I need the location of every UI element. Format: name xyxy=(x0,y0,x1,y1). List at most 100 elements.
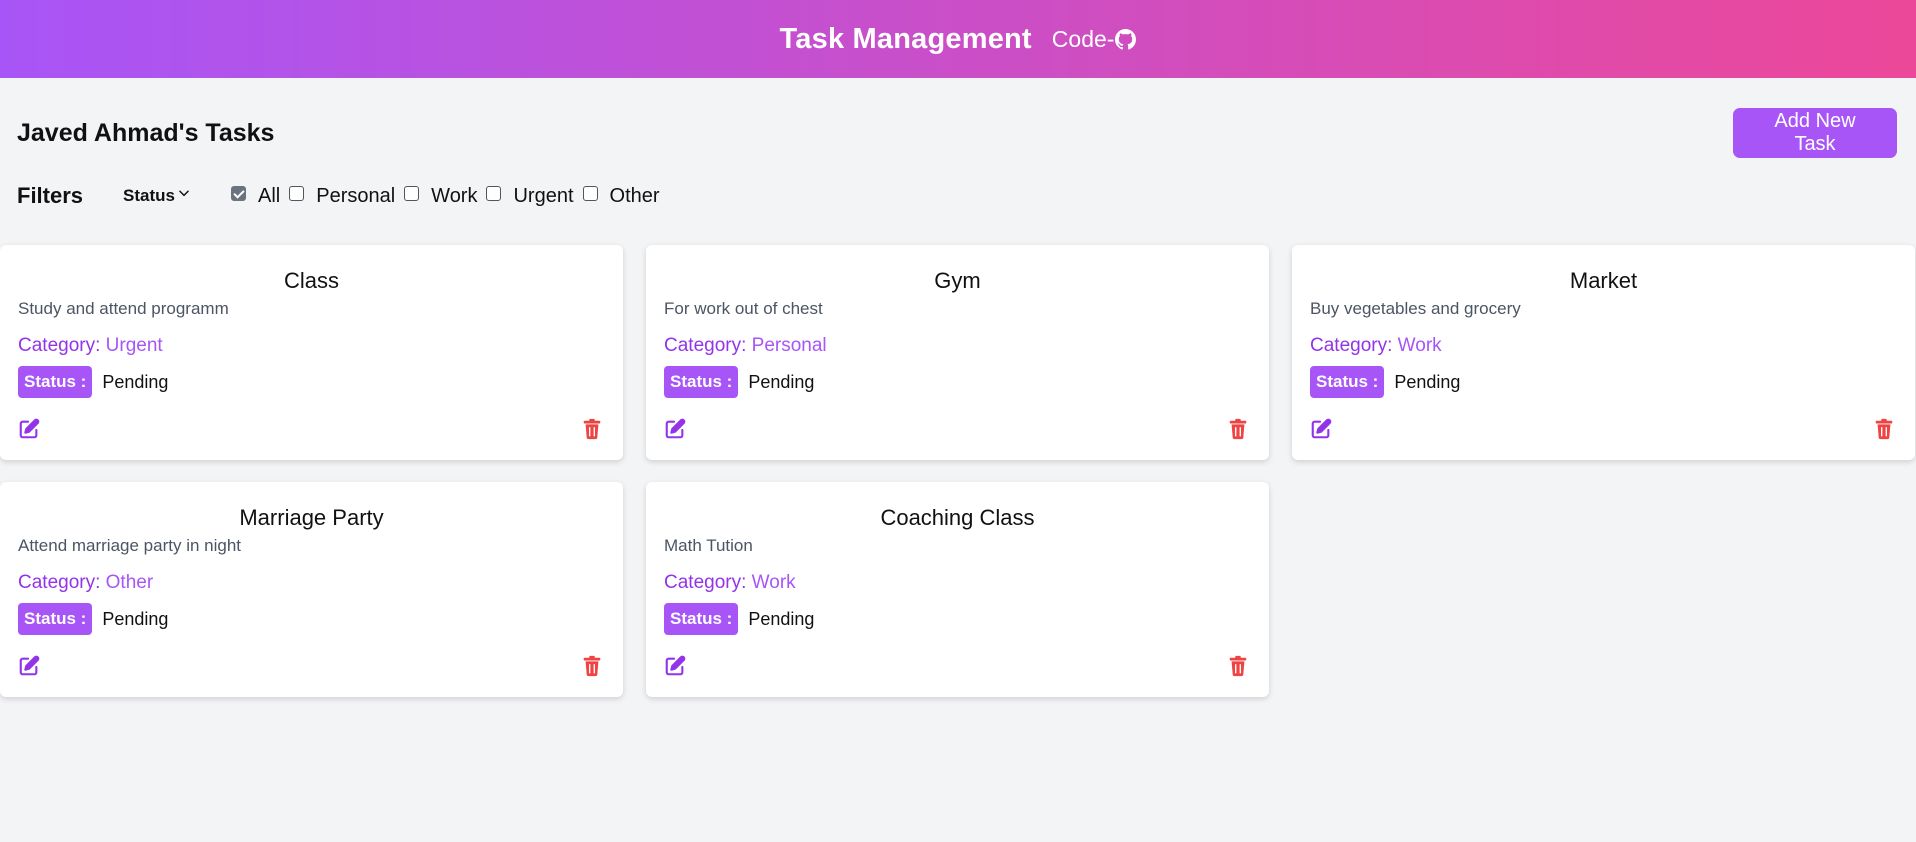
filter-work[interactable]: Work xyxy=(404,185,477,208)
edit-task-button[interactable] xyxy=(664,655,686,677)
checkbox-personal[interactable] xyxy=(289,186,305,201)
task-grid: Class Study and attend programm Category: … xyxy=(0,245,1916,697)
edit-icon xyxy=(19,418,40,439)
trash-icon xyxy=(1229,418,1247,440)
edit-icon xyxy=(1311,418,1332,439)
task-description: Attend marriage party in night xyxy=(18,536,242,555)
filters-bar: Filters Status All Personal Work Urgent Othe… xyxy=(0,181,1916,211)
chevron-down-icon xyxy=(179,190,189,197)
code-link-label: Code- xyxy=(1051,25,1115,52)
task-title: Market xyxy=(1569,268,1638,293)
category-filters: All Personal Work Urgent Other xyxy=(231,185,669,208)
task-card: Market Buy vegetables and grocery Category… xyxy=(1292,245,1915,460)
task-description: For work out of chest xyxy=(664,299,823,318)
task-description: Math Tution xyxy=(664,536,753,555)
checkbox-label: All xyxy=(258,184,281,207)
checkbox-label: Other xyxy=(609,184,660,207)
category-prefix: Category: xyxy=(1310,335,1398,356)
status-value: Pending xyxy=(102,371,169,392)
filter-other[interactable]: Other xyxy=(582,184,660,208)
edit-task-button[interactable] xyxy=(664,418,686,440)
checkbox-work[interactable] xyxy=(404,186,420,201)
category-value: Work xyxy=(1397,335,1442,356)
code-link[interactable]: Code- xyxy=(1052,26,1137,53)
task-title: Coaching Class xyxy=(880,505,1035,530)
status-value: Pending xyxy=(1394,371,1461,392)
edit-icon xyxy=(665,655,686,676)
category-prefix: Category: xyxy=(664,572,752,593)
task-title: Gym xyxy=(934,268,981,293)
page-title: Javed Ahmad's Tasks xyxy=(17,118,275,147)
checkbox-all[interactable] xyxy=(231,186,246,201)
delete-task-button[interactable] xyxy=(581,655,603,677)
trash-icon xyxy=(1875,418,1893,440)
edit-task-button[interactable] xyxy=(18,418,40,440)
category-value: Work xyxy=(751,572,796,593)
app-header: Task Management Code- xyxy=(0,0,1916,78)
task-card: Gym For work out of chest Category: Person… xyxy=(646,245,1269,460)
checkbox-label: Personal xyxy=(316,184,396,207)
edit-task-button[interactable] xyxy=(1310,418,1332,440)
delete-task-button[interactable] xyxy=(1227,418,1249,440)
filter-personal[interactable]: Personal xyxy=(289,185,395,208)
category-value: Other xyxy=(105,572,154,593)
checkbox-label: Urgent xyxy=(513,184,574,207)
category-prefix: Category: xyxy=(18,572,106,593)
task-description: Study and attend programm xyxy=(18,299,229,318)
status-badge: Status : xyxy=(18,366,93,398)
filters-label: Filters xyxy=(17,183,84,208)
checkbox-urgent[interactable] xyxy=(486,186,502,201)
category-prefix: Category: xyxy=(18,335,106,356)
filter-all[interactable]: All xyxy=(231,185,280,208)
task-title: Class xyxy=(283,268,339,293)
app-title: Task Management xyxy=(779,22,1032,55)
category-prefix: Category: xyxy=(664,335,752,356)
edit-task-button[interactable] xyxy=(18,655,40,677)
task-actions xyxy=(664,418,1249,440)
task-actions xyxy=(664,655,1249,677)
task-status: Status : Pending xyxy=(664,366,1251,398)
task-category: Category: Personal xyxy=(664,335,1251,357)
status-badge: Status : xyxy=(1310,366,1385,398)
task-actions xyxy=(18,655,603,677)
task-description: Buy vegetables and grocery xyxy=(1310,299,1521,318)
trash-icon xyxy=(1229,655,1247,677)
task-category: Category: Work xyxy=(1310,335,1897,357)
checkbox-label: Work xyxy=(431,184,478,207)
status-badge: Status : xyxy=(664,603,739,635)
task-category: Category: Work xyxy=(664,572,1251,594)
status-dropdown-label: Status xyxy=(123,186,175,205)
delete-task-button[interactable] xyxy=(1873,418,1895,440)
category-value: Personal xyxy=(751,335,827,356)
edit-icon xyxy=(19,655,40,676)
delete-task-button[interactable] xyxy=(581,418,603,440)
task-status: Status : Pending xyxy=(18,366,605,398)
trash-icon xyxy=(583,655,601,677)
task-title: Marriage Party xyxy=(239,505,384,530)
task-card: Coaching Class Math Tution Category: Work S… xyxy=(646,482,1269,697)
status-dropdown[interactable]: Status xyxy=(123,186,191,206)
status-value: Pending xyxy=(748,608,815,629)
checkbox-other[interactable] xyxy=(582,186,598,201)
edit-icon xyxy=(665,418,686,439)
task-status: Status : Pending xyxy=(664,603,1251,635)
delete-task-button[interactable] xyxy=(1227,655,1249,677)
task-actions xyxy=(18,418,603,440)
task-category: Category: Urgent xyxy=(18,335,605,357)
status-value: Pending xyxy=(102,608,169,629)
trash-icon xyxy=(583,418,601,440)
page-toolbar: Javed Ahmad's Tasks Add New Task xyxy=(0,108,1916,158)
task-card: Class Study and attend programm Category: … xyxy=(0,245,623,460)
task-actions xyxy=(1310,418,1895,440)
task-card: Marriage Party Attend marriage party in n… xyxy=(0,482,623,697)
github-icon xyxy=(1115,28,1137,49)
add-new-task-button[interactable]: Add New Task xyxy=(1733,108,1897,158)
status-value: Pending xyxy=(748,371,815,392)
task-category: Category: Other xyxy=(18,572,605,594)
status-badge: Status : xyxy=(18,603,93,635)
status-badge: Status : xyxy=(664,366,739,398)
task-status: Status : Pending xyxy=(1310,366,1897,398)
filter-urgent[interactable]: Urgent xyxy=(486,184,574,208)
category-value: Urgent xyxy=(105,335,163,356)
task-status: Status : Pending xyxy=(18,603,605,635)
